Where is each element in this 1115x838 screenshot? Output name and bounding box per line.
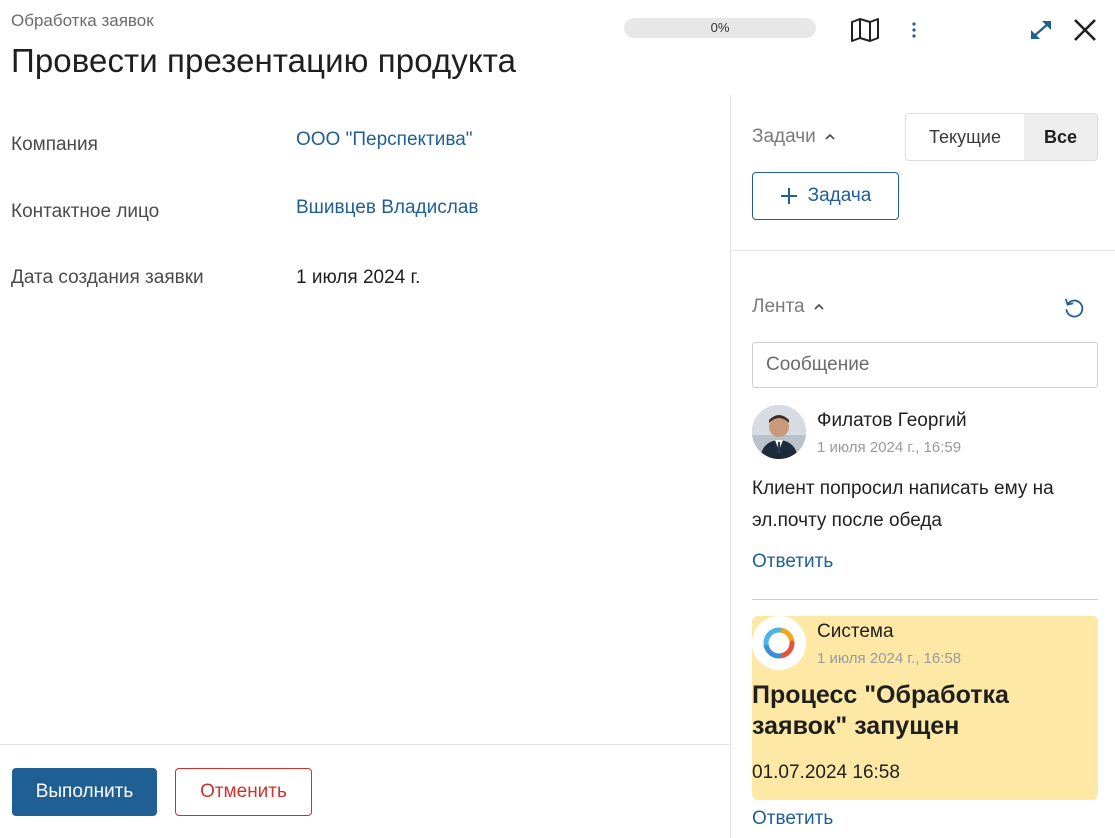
- user-avatar-icon: [752, 405, 806, 459]
- tab-all[interactable]: Все: [1024, 114, 1097, 160]
- tasks-filter: Текущие Все: [905, 113, 1098, 161]
- expand-button[interactable]: [1024, 14, 1058, 46]
- company-link[interactable]: ООО "Перспектива": [296, 129, 473, 151]
- feed-author: Филатов Георгий: [817, 410, 967, 431]
- feed-message: Клиент попросил написать ему на эл.почту…: [752, 478, 1054, 531]
- field-label: Контактное лицо: [11, 201, 160, 222]
- refresh-button[interactable]: [1059, 293, 1089, 323]
- cancel-button[interactable]: Отменить: [175, 768, 312, 816]
- progress-label: 0%: [710, 20, 730, 35]
- system-logo-icon: [752, 616, 806, 670]
- system-event-date: 01.07.2024 16:58: [752, 762, 900, 783]
- add-task-button[interactable]: Задача: [752, 172, 899, 220]
- reply-link[interactable]: Ответить: [752, 551, 833, 573]
- complete-button[interactable]: Выполнить: [12, 768, 157, 816]
- sidebar-divider: [730, 95, 731, 838]
- contact-link[interactable]: Вшивцев Владислав: [296, 197, 479, 219]
- message-input[interactable]: [752, 342, 1098, 388]
- close-button[interactable]: [1066, 12, 1104, 48]
- feed-time: 1 июля 2024 г., 16:58: [817, 650, 962, 667]
- close-icon: [1074, 19, 1096, 41]
- plus-icon: [780, 188, 797, 204]
- field-value: 1 июля 2024 г.: [296, 267, 421, 288]
- add-task-label: Задача: [807, 185, 872, 206]
- tasks-title: Задачи: [752, 126, 816, 147]
- avatar: [752, 405, 806, 459]
- feed-section-toggle[interactable]: Лента: [752, 296, 825, 318]
- more-vertical-icon: [912, 22, 916, 38]
- feed-author: Система: [817, 621, 894, 642]
- map-button[interactable]: [848, 14, 882, 46]
- process-name: Обработка заявок: [11, 11, 154, 30]
- expand-icon: [1031, 21, 1051, 39]
- map-icon: [851, 18, 879, 42]
- feed-divider: [752, 599, 1098, 600]
- refresh-icon: [1065, 298, 1084, 318]
- section-divider: [731, 250, 1115, 251]
- progress-bar: 0%: [624, 18, 816, 38]
- system-avatar: [752, 616, 806, 670]
- footer-divider: [0, 744, 731, 745]
- field-label: Дата создания заявки: [11, 267, 204, 288]
- tasks-section-toggle[interactable]: Задачи: [752, 126, 836, 148]
- feed-title: Лента: [752, 296, 805, 317]
- more-options-button[interactable]: [904, 14, 924, 46]
- chevron-up-icon: [825, 133, 835, 140]
- feed-time: 1 июля 2024 г., 16:59: [817, 439, 962, 456]
- chevron-up-icon: [814, 303, 824, 310]
- page-title: Провести презентацию продукта: [11, 42, 517, 79]
- field-label: Компания: [11, 134, 98, 155]
- system-event-title: Процесс "Обработка заявок" запущен: [752, 681, 1009, 740]
- reply-link[interactable]: Ответить: [752, 808, 833, 830]
- tab-current[interactable]: Текущие: [906, 114, 1024, 160]
